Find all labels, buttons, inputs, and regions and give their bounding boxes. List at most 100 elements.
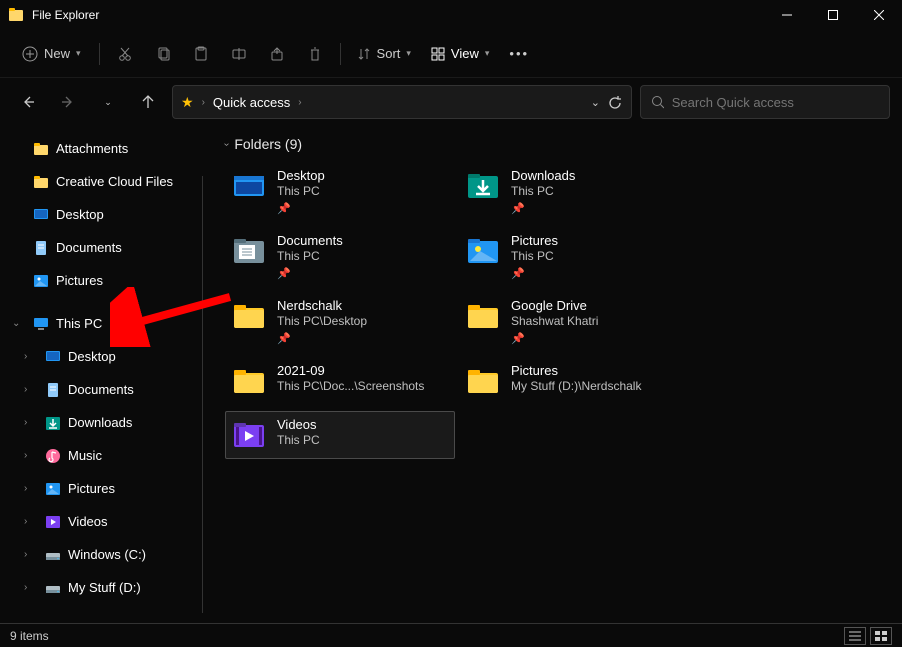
expand-icon[interactable]: › bbox=[24, 516, 38, 527]
recent-button[interactable]: ⌄ bbox=[92, 86, 124, 118]
tree-item-label: Pictures bbox=[68, 481, 115, 496]
arrow-left-icon bbox=[20, 94, 36, 110]
folder-path: This PC bbox=[277, 433, 320, 447]
folder-lg-icon bbox=[465, 298, 501, 334]
close-button[interactable] bbox=[856, 0, 902, 30]
tree-item[interactable]: › My Stuff (D:) bbox=[0, 571, 205, 604]
tree-item[interactable]: ›Downloads bbox=[0, 406, 205, 439]
folder-item[interactable]: Desktop This PC 📌 bbox=[225, 162, 455, 221]
search-icon bbox=[651, 95, 664, 109]
pin-icon: 📌 bbox=[511, 202, 575, 215]
tree-item-network[interactable]: › Network bbox=[0, 614, 205, 623]
address-bar[interactable]: ★ ›Quick access› ⌄ bbox=[172, 85, 632, 119]
tree-item-this-pc[interactable]: ⌄ This PC bbox=[0, 307, 205, 340]
folder-path: This PC bbox=[277, 184, 325, 198]
rename-button[interactable] bbox=[222, 37, 256, 71]
forward-button[interactable] bbox=[52, 86, 84, 118]
chevron-down-icon: ▾ bbox=[485, 48, 490, 59]
breadcrumb[interactable]: Quick access bbox=[213, 95, 290, 110]
folder-name: Google Drive bbox=[511, 298, 598, 313]
tree-item[interactable]: ›Attachments bbox=[0, 132, 205, 165]
up-button[interactable] bbox=[132, 86, 164, 118]
folder-item[interactable]: Documents This PC 📌 bbox=[225, 227, 455, 286]
refresh-button[interactable] bbox=[608, 95, 623, 110]
drive-icon bbox=[44, 546, 62, 564]
view-button-label: View bbox=[451, 46, 479, 61]
expand-icon[interactable]: ⌄ bbox=[12, 318, 26, 329]
paste-button[interactable] bbox=[184, 37, 218, 71]
desktop-lg-icon bbox=[231, 168, 267, 204]
more-button[interactable]: ••• bbox=[501, 37, 537, 71]
tree-item[interactable]: ›Desktop bbox=[0, 340, 205, 373]
tree-item-label: Creative Cloud Files bbox=[56, 174, 173, 189]
folder-item[interactable]: Pictures My Stuff (D:)\Nerdschalk bbox=[459, 357, 689, 405]
tree-item[interactable]: ›Pictures bbox=[0, 264, 205, 297]
trash-icon bbox=[307, 46, 323, 62]
expand-icon[interactable]: › bbox=[24, 549, 38, 560]
chevron-down-icon[interactable]: ⌄ bbox=[591, 96, 600, 109]
desktop-icon bbox=[32, 206, 50, 224]
documents-lg-icon bbox=[231, 233, 267, 269]
pin-icon: 📌 bbox=[511, 267, 558, 280]
command-bar: New ▾ Sort ▾ View ▾ ••• bbox=[0, 30, 902, 78]
expand-icon[interactable]: › bbox=[24, 450, 38, 461]
network-icon bbox=[32, 622, 50, 624]
minimize-button[interactable] bbox=[764, 0, 810, 30]
thumbnails-icon bbox=[875, 631, 887, 641]
tree-item[interactable]: › Videos bbox=[0, 505, 205, 538]
chevron-down-icon: ⌄ bbox=[104, 97, 112, 108]
new-button[interactable]: New ▾ bbox=[12, 37, 91, 71]
tree-item-label: My Stuff (D:) bbox=[68, 580, 141, 595]
folder-name: Pictures bbox=[511, 233, 558, 248]
chevron-right-icon: › bbox=[298, 97, 301, 108]
folder-item[interactable]: Nerdschalk This PC\Desktop 📌 bbox=[225, 292, 455, 351]
back-button[interactable] bbox=[12, 86, 44, 118]
tree-item[interactable]: ›Windows (C:) bbox=[0, 538, 205, 571]
chevron-down-icon: ▾ bbox=[406, 48, 411, 59]
star-icon: ★ bbox=[181, 94, 194, 111]
expand-icon[interactable]: › bbox=[24, 582, 38, 593]
folder-path: This PC\Doc...\Screenshots bbox=[277, 379, 424, 393]
tree-item-label: Videos bbox=[68, 514, 108, 529]
expand-icon[interactable]: › bbox=[24, 351, 38, 362]
group-header[interactable]: › Folders (9) bbox=[225, 136, 894, 152]
tree-item[interactable]: ›Documents bbox=[0, 231, 205, 264]
tree-item[interactable]: ›Creative Cloud Files bbox=[0, 165, 205, 198]
maximize-button[interactable] bbox=[810, 0, 856, 30]
expand-icon[interactable]: › bbox=[24, 384, 38, 395]
copy-button[interactable] bbox=[146, 37, 180, 71]
search-box[interactable] bbox=[640, 85, 890, 119]
details-view-button[interactable] bbox=[844, 627, 866, 645]
chevron-down-icon: ▾ bbox=[76, 48, 81, 59]
arrow-up-icon bbox=[140, 94, 156, 110]
search-input[interactable] bbox=[672, 95, 879, 110]
tree-item[interactable]: › Pictures bbox=[0, 472, 205, 505]
cut-button[interactable] bbox=[108, 37, 142, 71]
ellipsis-icon: ••• bbox=[509, 46, 529, 61]
folder-item[interactable]: 2021-09 This PC\Doc...\Screenshots bbox=[225, 357, 455, 405]
folder-name: Documents bbox=[277, 233, 343, 248]
folder-item[interactable]: Downloads This PC 📌 bbox=[459, 162, 689, 221]
delete-button[interactable] bbox=[298, 37, 332, 71]
expand-icon[interactable]: › bbox=[24, 483, 38, 494]
tree-item[interactable]: ›Desktop bbox=[0, 198, 205, 231]
status-text: 9 items bbox=[10, 629, 49, 643]
view-button[interactable]: View ▾ bbox=[423, 37, 497, 71]
tree-item[interactable]: › Music bbox=[0, 439, 205, 472]
thumbnails-view-button[interactable] bbox=[870, 627, 892, 645]
status-bar: 9 items bbox=[0, 623, 902, 647]
clipboard-icon bbox=[193, 46, 209, 62]
scrollbar[interactable] bbox=[202, 176, 203, 613]
sort-button[interactable]: Sort ▾ bbox=[349, 37, 419, 71]
tree-item[interactable]: ›Documents bbox=[0, 373, 205, 406]
pictures-icon bbox=[32, 272, 50, 290]
expand-icon[interactable]: › bbox=[24, 417, 38, 428]
tree-item-label: Music bbox=[68, 448, 102, 463]
folder-item[interactable]: Google Drive Shashwat Khatri 📌 bbox=[459, 292, 689, 351]
folder-yellow-icon bbox=[32, 140, 50, 158]
share-button[interactable] bbox=[260, 37, 294, 71]
pin-icon: 📌 bbox=[277, 332, 367, 345]
group-label: Folders (9) bbox=[234, 136, 302, 152]
folder-item[interactable]: Pictures This PC 📌 bbox=[459, 227, 689, 286]
folder-item[interactable]: Videos This PC bbox=[225, 411, 455, 459]
